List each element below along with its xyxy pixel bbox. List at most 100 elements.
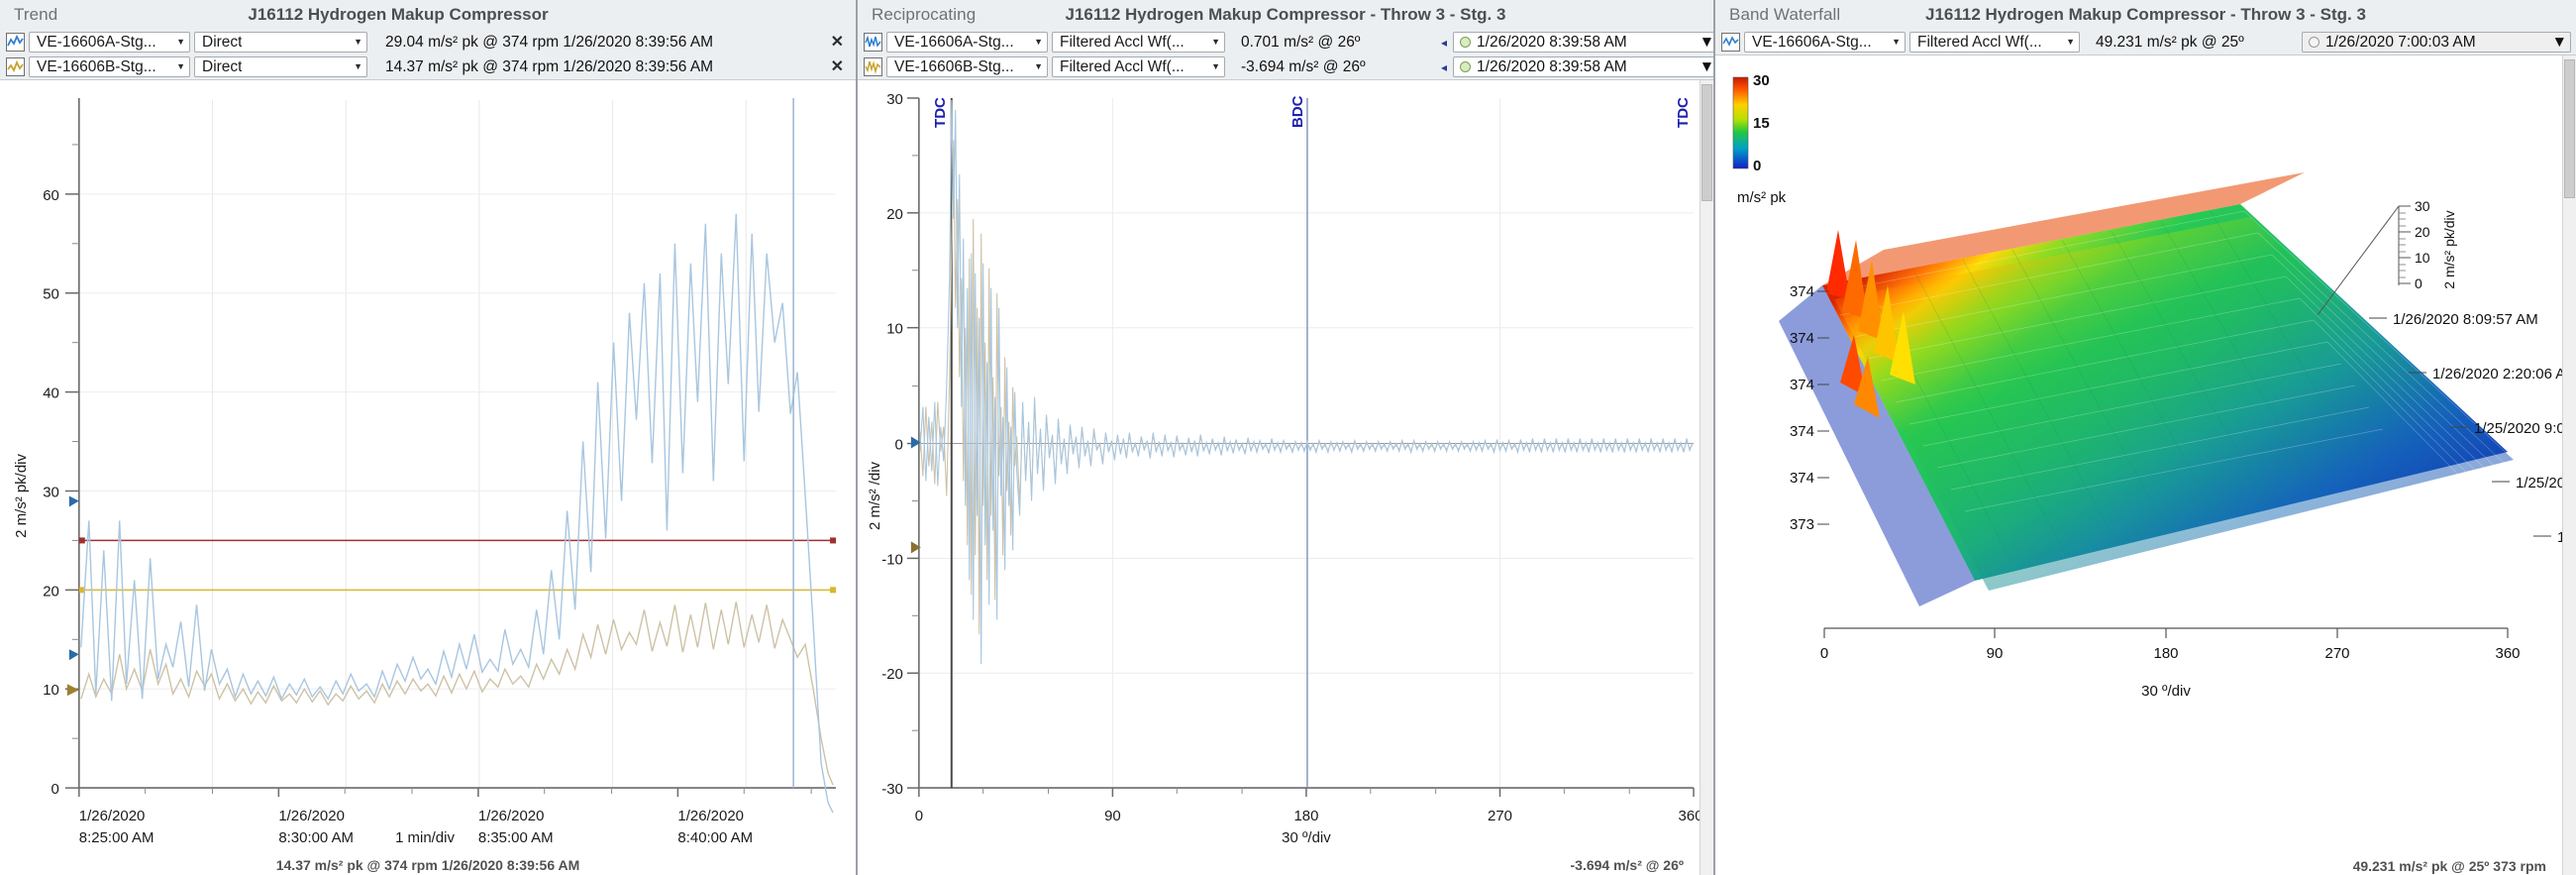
waterfall-colorbar bbox=[1732, 76, 1749, 169]
svg-text:270: 270 bbox=[1488, 808, 1512, 824]
trend-panel-header: Trend J16112 Hydrogen Makup Compressor V… bbox=[0, 0, 856, 80]
waterfall-measurement-select[interactable]: Filtered Accl Wf(... ▼ bbox=[1909, 32, 2080, 53]
recip-scrollbar-thumb[interactable] bbox=[1701, 84, 1712, 201]
waterfall-asset-title: J16112 Hydrogen Makup Compressor - Throw… bbox=[1925, 5, 2366, 24]
svg-text:TDC: TDC bbox=[1675, 97, 1692, 128]
svg-text:10: 10 bbox=[2415, 250, 2430, 266]
waterfall-value-readout: 49.231 m/s² pk @ 25º bbox=[2096, 33, 2244, 51]
svg-text:374: 374 bbox=[1790, 423, 1814, 440]
svg-text:90: 90 bbox=[1104, 808, 1121, 824]
waterfall-vertical-scrollbar[interactable] bbox=[2562, 55, 2576, 875]
trend-view-type-label: Trend bbox=[14, 5, 58, 24]
trend-channel-row-2: VE-16606B-Stg... ▼ Direct ▼ 14.37 m/s² p… bbox=[0, 55, 856, 79]
svg-text:374: 374 bbox=[1790, 377, 1814, 393]
trend-channel-select-2-value: VE-16606B-Stg... bbox=[37, 57, 156, 75]
svg-text:8:25:00 AM: 8:25:00 AM bbox=[79, 829, 155, 846]
trend-plot-area[interactable]: 60 50 40 30 20 10 0 2 m/s² pk/div 1/26/2… bbox=[0, 80, 856, 875]
recip-title-row: Reciprocating J16112 Hydrogen Makup Comp… bbox=[858, 0, 1713, 30]
chevron-down-icon: ▼ bbox=[1892, 37, 1901, 47]
chevron-down-icon: ▼ bbox=[1699, 57, 1715, 75]
recip-measurement-select-2[interactable]: Filtered Accl Wf(... ▼ bbox=[1052, 56, 1225, 77]
svg-text:374: 374 bbox=[1790, 283, 1814, 300]
waterfall-timestamp-value: 1/26/2020 7:00:03 AM bbox=[2325, 33, 2476, 51]
trend-asset-title: J16112 Hydrogen Makup Compressor bbox=[248, 5, 549, 24]
svg-text:30: 30 bbox=[2415, 198, 2430, 214]
svg-text:10: 10 bbox=[886, 321, 903, 338]
waterfall-channel-select-value: VE-16606A-Stg... bbox=[1752, 33, 1872, 51]
waveform-icon-tan[interactable] bbox=[864, 57, 882, 76]
clock-icon bbox=[1460, 37, 1472, 48]
recip-view-type-label: Reciprocating bbox=[872, 5, 977, 24]
waterfall-plot-area[interactable]: 30 15 0 m/s² pk 374 374 374 374 374 373 … bbox=[1715, 55, 2576, 875]
svg-text:374: 374 bbox=[1790, 470, 1814, 487]
svg-text:40: 40 bbox=[43, 385, 59, 402]
recip-measurement-select-1[interactable]: Filtered Accl Wf(... ▼ bbox=[1052, 32, 1225, 53]
svg-text:2 m/s² /div: 2 m/s² /div bbox=[867, 461, 883, 530]
chevron-down-icon: ▼ bbox=[1211, 37, 1220, 47]
trend-channel-select-1[interactable]: VE-16606A-Stg... ▼ bbox=[29, 32, 190, 53]
trend-channel-select-2[interactable]: VE-16606B-Stg... ▼ bbox=[29, 56, 190, 77]
svg-text:90: 90 bbox=[1987, 645, 2004, 662]
trend-title-row: Trend J16112 Hydrogen Makup Compressor bbox=[0, 0, 856, 30]
waterfall-channel-row-1: VE-16606A-Stg... ▼ Filtered Accl Wf(... … bbox=[1715, 30, 2576, 55]
svg-text:1/26/2020: 1/26/2020 bbox=[278, 808, 345, 824]
svg-text:-20: -20 bbox=[881, 666, 903, 683]
recip-plot-area[interactable]: 30 20 10 0 -10 -20 -30 2 m/s² /div TDC B… bbox=[858, 80, 1713, 875]
panel-band-waterfall: Band Waterfall J16112 Hydrogen Makup Com… bbox=[1715, 0, 2576, 875]
waterfall-view-type-label: Band Waterfall bbox=[1729, 5, 1841, 24]
svg-text:30 º/div: 30 º/div bbox=[2141, 683, 2191, 700]
svg-text:0: 0 bbox=[52, 781, 59, 798]
recip-vertical-scrollbar[interactable] bbox=[1700, 80, 1713, 875]
trend-plot-svg: 60 50 40 30 20 10 0 2 m/s² pk/div 1/26/2… bbox=[0, 80, 856, 875]
svg-text:2 m/s² pk/div: 2 m/s² pk/div bbox=[13, 454, 30, 538]
waterfall-trace-ts-3: 1/25/2020 9:04:08 PM bbox=[2474, 420, 2576, 437]
svg-text:1/26/2020: 1/26/2020 bbox=[677, 808, 744, 824]
svg-text:1/26/2020: 1/26/2020 bbox=[478, 808, 545, 824]
waterfall-panel-header: Band Waterfall J16112 Hydrogen Makup Com… bbox=[1715, 0, 2576, 55]
waveform-icon-blue[interactable] bbox=[864, 33, 882, 52]
recip-channel-select-2[interactable]: VE-16606B-Stg... ▼ bbox=[886, 56, 1048, 77]
trend-close-channel-2-button[interactable]: ✕ bbox=[825, 58, 850, 75]
svg-text:270: 270 bbox=[2324, 645, 2349, 662]
svg-text:TDC: TDC bbox=[932, 97, 949, 128]
svg-text:180: 180 bbox=[2153, 645, 2178, 662]
svg-text:50: 50 bbox=[43, 286, 59, 303]
recip-timestamp-value-1: 1/26/2020 8:39:58 AM bbox=[1477, 33, 1627, 51]
svg-text:-30: -30 bbox=[881, 781, 903, 798]
recip-timestamp-select-1[interactable]: 1/26/2020 8:39:58 AM ▼ bbox=[1453, 32, 1713, 53]
svg-text:m/s² pk: m/s² pk bbox=[1737, 189, 1787, 206]
recip-timestamp-select-2[interactable]: 1/26/2020 8:39:58 AM ▼ bbox=[1453, 56, 1715, 77]
chevron-down-icon: ▼ bbox=[354, 61, 362, 71]
svg-text:20: 20 bbox=[2415, 224, 2430, 240]
recip-channel-select-1[interactable]: VE-16606A-Stg... ▼ bbox=[886, 32, 1048, 53]
svg-text:1 min/div: 1 min/div bbox=[395, 829, 455, 846]
recip-timestamp-value-2: 1/26/2020 8:39:58 AM bbox=[1477, 57, 1627, 75]
trend-line-icon-tan[interactable] bbox=[6, 57, 25, 76]
trend-measurement-select-1-value: Direct bbox=[202, 33, 243, 51]
trend-line-icon-blue[interactable] bbox=[6, 33, 25, 52]
waterfall-channel-select[interactable]: VE-16606A-Stg... ▼ bbox=[1744, 32, 1906, 53]
svg-text:60: 60 bbox=[43, 187, 59, 204]
trend-close-channel-1-button[interactable]: ✕ bbox=[825, 34, 850, 51]
waterfall-icon[interactable] bbox=[1721, 33, 1740, 52]
svg-text:8:35:00 AM: 8:35:00 AM bbox=[478, 829, 554, 846]
trend-measurement-select-2[interactable]: Direct ▼ bbox=[194, 56, 367, 77]
waterfall-timestamp-select[interactable]: 1/26/2020 7:00:03 AM ▼ bbox=[2302, 32, 2571, 53]
svg-text:20: 20 bbox=[43, 583, 59, 600]
svg-text:30: 30 bbox=[886, 91, 903, 108]
recip-channel-row-2: VE-16606B-Stg... ▼ Filtered Accl Wf(... … bbox=[858, 55, 1713, 79]
svg-text:0: 0 bbox=[915, 808, 923, 824]
svg-text:30: 30 bbox=[43, 484, 59, 500]
recip-prev-sample-button-1[interactable]: ◂ bbox=[1439, 37, 1449, 49]
svg-text:0: 0 bbox=[895, 437, 903, 454]
waterfall-scrollbar-thumb[interactable] bbox=[2564, 59, 2575, 198]
waterfall-title-row: Band Waterfall J16112 Hydrogen Makup Com… bbox=[1715, 0, 2576, 30]
waterfall-measurement-select-value: Filtered Accl Wf(... bbox=[1917, 33, 2042, 51]
trend-measurement-select-1[interactable]: Direct ▼ bbox=[194, 32, 367, 53]
recip-prev-sample-button-2[interactable]: ◂ bbox=[1439, 61, 1449, 73]
recip-channel-select-1-value: VE-16606A-Stg... bbox=[894, 33, 1014, 51]
svg-text:8:40:00 AM: 8:40:00 AM bbox=[677, 829, 753, 846]
waterfall-plot-svg: 30 15 0 m/s² pk 374 374 374 374 374 373 … bbox=[1715, 55, 2576, 875]
clock-icon bbox=[1460, 61, 1472, 72]
svg-text:15: 15 bbox=[1753, 115, 1770, 132]
